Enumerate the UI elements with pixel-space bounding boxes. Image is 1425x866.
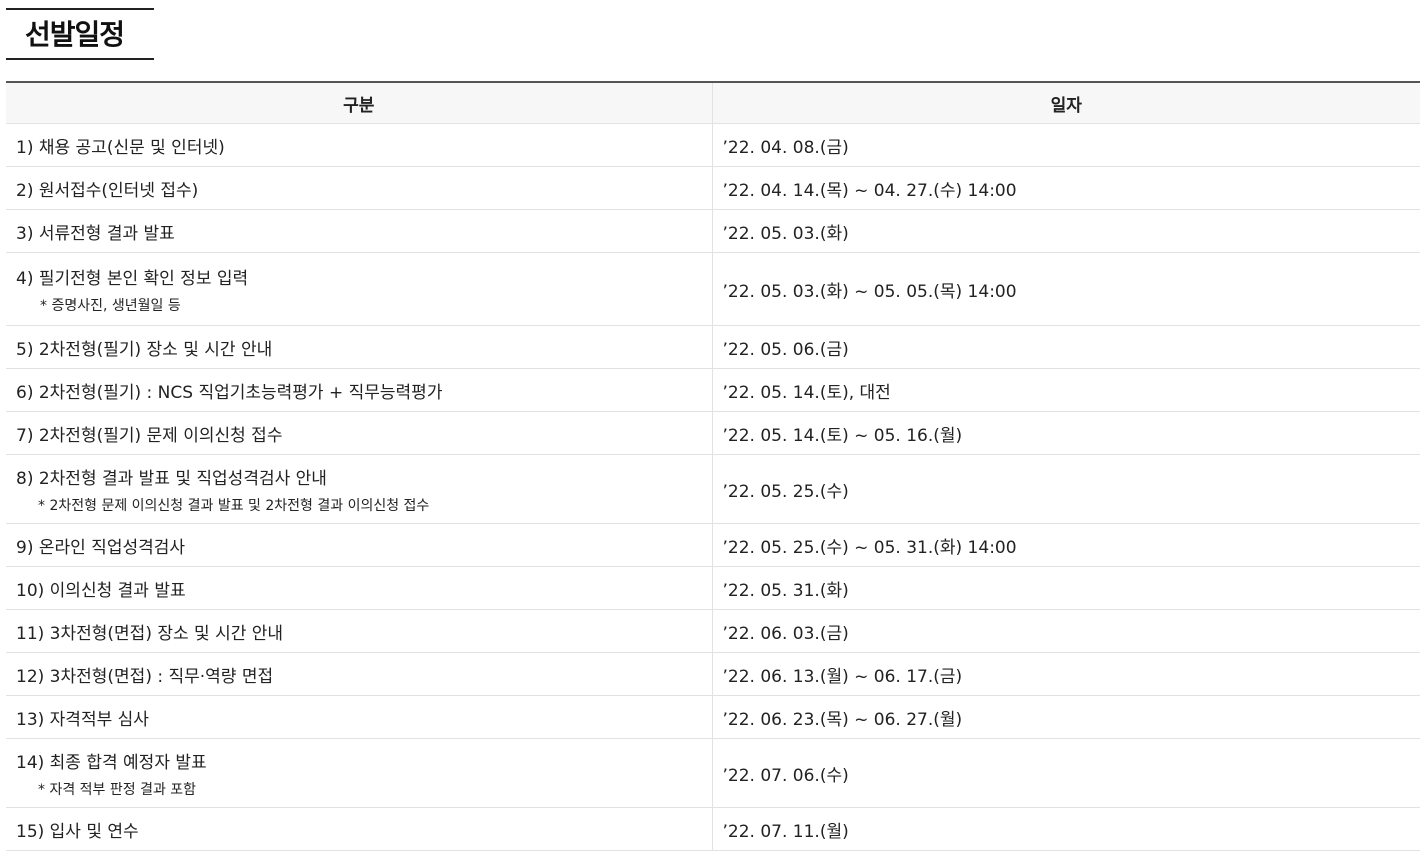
row-item-text: 14) 최종 합격 예정자 발표 xyxy=(16,752,207,773)
table-row: 1) 채용 공고(신문 및 인터넷) ’22. 04. 08.(금) xyxy=(6,123,1420,167)
table-row: 4) 필기전형 본인 확인 정보 입력 * 증명사진, 생년월일 등 ’22. … xyxy=(6,252,1420,326)
table-row: 12) 3차전형(면접) : 직무·역량 면접 ’22. 06. 13.(월) … xyxy=(6,652,1420,696)
row-item-cell: 13) 자격적부 심사 xyxy=(6,695,712,739)
row-date-cell: ’22. 05. 06.(금) xyxy=(711,325,1420,369)
table-row: 14) 최종 합격 예정자 발표 * 자격 적부 판정 결과 포함 ’22. 0… xyxy=(6,738,1420,808)
table-row: 15) 입사 및 연수 ’22. 07. 11.(월) xyxy=(6,807,1420,851)
row-date-cell: ’22. 05. 14.(토), 대전 xyxy=(711,368,1420,412)
row-item-text: 11) 3차전형(면접) 장소 및 시간 안내 xyxy=(16,623,284,644)
row-item-cell: 7) 2차전형(필기) 문제 이의신청 접수 xyxy=(6,411,712,455)
row-note-text: * 자격 적부 판정 결과 포함 xyxy=(38,781,197,798)
row-date-cell: ’22. 05. 03.(화) ~ 05. 05.(목) 14:00 xyxy=(711,252,1420,326)
table-row: 5) 2차전형(필기) 장소 및 시간 안내 ’22. 05. 06.(금) xyxy=(6,325,1420,369)
row-date-cell: ’22. 05. 25.(수) xyxy=(711,454,1420,524)
row-date-cell: ’22. 06. 23.(목) ~ 06. 27.(월) xyxy=(711,695,1420,739)
table-row: 3) 서류전형 결과 발표 ’22. 05. 03.(화) xyxy=(6,209,1420,253)
row-date-cell: ’22. 04. 08.(금) xyxy=(711,123,1420,167)
table-row: 8) 2차전형 결과 발표 및 직업성격검사 안내 * 2차전형 문제 이의신청… xyxy=(6,454,1420,524)
row-item-cell: 15) 입사 및 연수 xyxy=(6,807,712,851)
row-item-text: 8) 2차전형 결과 발표 및 직업성격검사 안내 xyxy=(16,468,327,489)
row-item-cell: 5) 2차전형(필기) 장소 및 시간 안내 xyxy=(6,325,712,369)
row-item-text: 10) 이의신청 결과 발표 xyxy=(16,580,186,601)
table-row: 9) 온라인 직업성격검사 ’22. 05. 25.(수) ~ 05. 31.(… xyxy=(6,523,1420,567)
row-item-text: 15) 입사 및 연수 xyxy=(16,821,139,842)
row-item-cell: 8) 2차전형 결과 발표 및 직업성격검사 안내 * 2차전형 문제 이의신청… xyxy=(6,454,712,524)
row-date-cell: ’22. 07. 06.(수) xyxy=(711,738,1420,808)
row-date-cell: ’22. 06. 03.(금) xyxy=(711,609,1420,653)
row-item-cell: 11) 3차전형(면접) 장소 및 시간 안내 xyxy=(6,609,712,653)
row-item-cell: 12) 3차전형(면접) : 직무·역량 면접 xyxy=(6,652,712,696)
row-item-text: 3) 서류전형 결과 발표 xyxy=(16,223,175,244)
table-row: 10) 이의신청 결과 발표 ’22. 05. 31.(화) xyxy=(6,566,1420,610)
row-date-cell: ’22. 06. 13.(월) ~ 06. 17.(금) xyxy=(711,652,1420,696)
row-date-cell: ’22. 07. 11.(월) xyxy=(711,807,1420,851)
table-row: 6) 2차전형(필기) : NCS 직업기초능력평가 + 직무능력평가 ’22.… xyxy=(6,368,1420,412)
page-title: 선발일정 xyxy=(25,18,125,51)
row-item-text: 4) 필기전형 본인 확인 정보 입력 xyxy=(16,268,249,289)
row-item-text: 13) 자격적부 심사 xyxy=(16,709,149,730)
row-date-cell: ’22. 05. 25.(수) ~ 05. 31.(화) 14:00 xyxy=(711,523,1420,567)
row-item-text: 12) 3차전형(면접) : 직무·역량 면접 xyxy=(16,666,274,687)
column-header-date: 일자 xyxy=(711,82,1420,124)
row-date-cell: ’22. 05. 14.(토) ~ 05. 16.(월) xyxy=(711,411,1420,455)
row-item-cell: 1) 채용 공고(신문 및 인터넷) xyxy=(6,123,712,167)
row-item-cell: 14) 최종 합격 예정자 발표 * 자격 적부 판정 결과 포함 xyxy=(6,738,712,808)
row-note-text: * 2차전형 문제 이의신청 결과 발표 및 2차전형 결과 이의신청 접수 xyxy=(38,497,430,514)
row-item-cell: 6) 2차전형(필기) : NCS 직업기초능력평가 + 직무능력평가 xyxy=(6,368,712,412)
row-item-cell: 4) 필기전형 본인 확인 정보 입력 * 증명사진, 생년월일 등 xyxy=(6,252,712,326)
row-date-cell: ’22. 04. 14.(목) ~ 04. 27.(수) 14:00 xyxy=(711,166,1420,210)
row-item-cell: 10) 이의신청 결과 발표 xyxy=(6,566,712,610)
table-row: 13) 자격적부 심사 ’22. 06. 23.(목) ~ 06. 27.(월) xyxy=(6,695,1420,739)
row-item-text: 1) 채용 공고(신문 및 인터넷) xyxy=(16,137,225,158)
row-item-text: 6) 2차전형(필기) : NCS 직업기초능력평가 + 직무능력평가 xyxy=(16,382,443,403)
row-date-cell: ’22. 05. 31.(화) xyxy=(711,566,1420,610)
row-note-text: * 증명사진, 생년월일 등 xyxy=(40,297,181,314)
row-item-cell: 9) 온라인 직업성격검사 xyxy=(6,523,712,567)
row-item-text: 2) 원서접수(인터넷 접수) xyxy=(16,180,199,201)
table-header-row: 구분 일자 xyxy=(6,82,1420,124)
column-header-category: 구분 xyxy=(6,82,712,124)
row-item-text: 9) 온라인 직업성격검사 xyxy=(16,537,186,558)
row-item-cell: 2) 원서접수(인터넷 접수) xyxy=(6,166,712,210)
row-date-cell: ’22. 05. 03.(화) xyxy=(711,209,1420,253)
row-item-text: 7) 2차전형(필기) 문제 이의신청 접수 xyxy=(16,425,283,446)
table-row: 11) 3차전형(면접) 장소 및 시간 안내 ’22. 06. 03.(금) xyxy=(6,609,1420,653)
row-item-text: 5) 2차전형(필기) 장소 및 시간 안내 xyxy=(16,339,273,360)
table-row: 2) 원서접수(인터넷 접수) ’22. 04. 14.(목) ~ 04. 27… xyxy=(6,166,1420,210)
page-title-box: 선발일정 xyxy=(6,8,154,60)
row-item-cell: 3) 서류전형 결과 발표 xyxy=(6,209,712,253)
schedule-table: 구분 일자 1) 채용 공고(신문 및 인터넷) ’22. 04. 08.(금)… xyxy=(6,81,1420,851)
table-row: 7) 2차전형(필기) 문제 이의신청 접수 ’22. 05. 14.(토) ~… xyxy=(6,411,1420,455)
